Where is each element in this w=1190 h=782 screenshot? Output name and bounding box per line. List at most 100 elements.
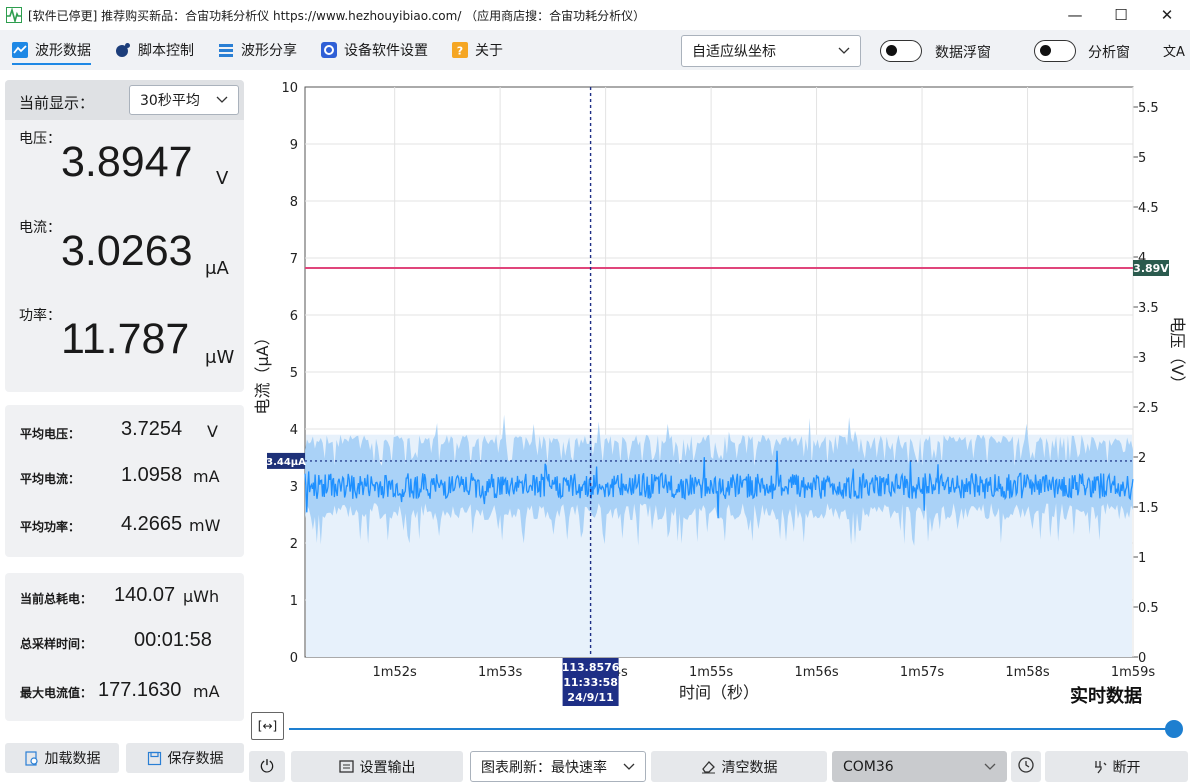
close-button[interactable]: ✕: [1144, 0, 1190, 30]
minimize-button[interactable]: —: [1052, 0, 1098, 30]
x-tick-label: 1m57s: [900, 665, 944, 680]
set-output-label: 设置输出: [359, 759, 416, 776]
display-mode-select[interactable]: 30秒平均: [129, 85, 239, 115]
svg-text:?: ?: [457, 45, 463, 58]
current-badge: 3.44μA: [266, 457, 306, 468]
current-unit: μA: [205, 258, 229, 279]
load-file-icon: [24, 750, 39, 766]
x-tick-label: 1m56s: [794, 665, 838, 680]
power-unit: μW: [205, 347, 235, 368]
max-current-value: 177.1630: [98, 679, 182, 701]
tab-label: 设备软件设置: [344, 43, 428, 59]
avg-voltage-label: 平均电压：: [20, 427, 81, 441]
maximize-button[interactable]: ☐: [1098, 0, 1144, 30]
tab-waveform-data[interactable]: 波形数据: [0, 30, 103, 70]
analysis-window-toggle[interactable]: [1034, 40, 1076, 62]
tab-label: 波形分享: [241, 43, 297, 59]
refresh-rate-value: 图表刷新：最快速率: [481, 759, 607, 776]
display-mode-value: 30秒平均: [140, 93, 200, 109]
y2-tick-label: 4.5: [1138, 201, 1159, 216]
y-tick-label: 7: [290, 252, 298, 267]
tab-label: 关于: [475, 43, 503, 59]
port-value: COM36: [843, 758, 894, 775]
voltage-label: 电压：: [19, 131, 61, 147]
translate-icon[interactable]: 文A: [1163, 41, 1185, 60]
y-tick-label: 3: [290, 480, 298, 495]
tab-waveform-share[interactable]: 波形分享: [206, 30, 309, 70]
totals-panel: 当前总耗电： 140.07 μWh 总采样时间： 00:01:58 最大电流值：…: [5, 573, 244, 721]
voltage-unit: V: [216, 168, 229, 189]
cursor-date: 24/9/11: [567, 691, 613, 704]
y2-tick-label: 5.5: [1138, 101, 1159, 116]
current-label: 电流：: [19, 220, 61, 236]
unplug-icon: [1093, 759, 1107, 774]
disconnect-button[interactable]: 断开: [1045, 751, 1188, 782]
chevron-down-icon: [623, 759, 635, 775]
avg-current-label: 平均电流：: [20, 472, 81, 486]
waveform-chart[interactable]: 01234567891000.511.522.533.544.555.51m52…: [250, 76, 1190, 710]
chevron-down-icon: [984, 759, 996, 775]
chevron-down-icon: [838, 43, 850, 59]
app-logo-icon: [6, 7, 22, 23]
load-data-label: 加载数据: [44, 751, 101, 767]
data-float-toggle[interactable]: [880, 40, 922, 62]
sample-time-label: 总采样时间：: [20, 637, 93, 651]
total-energy-unit: μWh: [183, 587, 220, 606]
power-icon: ⏻: [260, 756, 274, 777]
y2-tick-label: 3: [1138, 351, 1146, 366]
schedule-button[interactable]: [1011, 751, 1041, 782]
axis-mode-select[interactable]: 自适应纵坐标: [681, 35, 861, 67]
save-data-label: 保存数据: [167, 751, 224, 767]
x-tick-label: 1m52s: [373, 665, 417, 680]
cursor-time: 11:33:58: [563, 676, 618, 689]
fit-view-button[interactable]: [↔]: [251, 712, 284, 740]
tab-script-control[interactable]: 脚本控制: [103, 30, 206, 70]
set-output-button[interactable]: 设置输出: [291, 751, 463, 782]
waveform-icon: [12, 42, 28, 58]
avg-voltage-unit: V: [207, 422, 218, 441]
port-select[interactable]: COM36: [832, 751, 1007, 782]
realtime-panel: 当前显示： 30秒平均 电压： 3.8947 V 电流： 3.0263 μA 功…: [5, 80, 244, 392]
analysis-window-label: 分析窗: [1088, 45, 1130, 61]
power-button[interactable]: ⏻: [249, 751, 285, 782]
fit-view-icon: [↔]: [257, 719, 278, 733]
y2-tick-label: 1: [1138, 551, 1146, 566]
axis-mode-value: 自适应纵坐标: [692, 44, 776, 60]
tab-label: 波形数据: [35, 43, 91, 59]
timeline-slider-track[interactable]: [289, 728, 1175, 730]
save-data-button[interactable]: 保存数据: [126, 743, 244, 773]
y2-tick-label: 3.5: [1138, 301, 1159, 316]
clear-data-button[interactable]: 清空数据: [651, 751, 827, 782]
chevron-down-icon: [216, 92, 228, 108]
voltage-value: 3.8947: [61, 138, 193, 186]
y2-tick-label: 5: [1138, 151, 1146, 166]
y-tick-label: 9: [290, 138, 298, 153]
y-tick-label: 0: [290, 651, 298, 666]
power-label: 功率：: [19, 308, 61, 324]
avg-voltage-value: 3.7254: [121, 418, 183, 440]
x-tick-label: 1m53s: [478, 665, 522, 680]
x-tick-label: 1m59s: [1111, 665, 1155, 680]
voltage-badge: 3.89V: [1133, 262, 1169, 275]
gear-icon: [321, 42, 337, 58]
refresh-rate-select[interactable]: 图表刷新：最快速率: [470, 751, 646, 782]
main-toolbar: 波形数据 脚本控制 波形分享 设备软件设置 ? 关于: [0, 30, 1190, 70]
total-energy-label: 当前总耗电：: [20, 592, 93, 606]
avg-power-unit: mW: [189, 516, 221, 535]
y2-tick-label: 2: [1138, 451, 1146, 466]
avg-power-label: 平均功率：: [20, 520, 81, 534]
avg-current-value: 1.0958: [121, 464, 183, 486]
load-data-button[interactable]: 加载数据: [5, 743, 119, 773]
power-value: 11.787: [61, 315, 190, 363]
help-icon: ?: [452, 42, 468, 58]
tab-device-settings[interactable]: 设备软件设置: [309, 30, 440, 70]
script-icon: [115, 42, 131, 58]
timeline-slider-thumb[interactable]: [1165, 720, 1183, 738]
y-tick-label: 8: [290, 195, 298, 210]
cursor-x-value: 113.8576: [562, 661, 620, 674]
avg-power-value: 4.2665: [121, 513, 183, 535]
tab-about[interactable]: ? 关于: [440, 30, 515, 70]
y-tick-label: 4: [290, 423, 298, 438]
y-tick-label: 1: [290, 594, 298, 609]
realtime-status-label: 实时数据: [1070, 685, 1142, 707]
